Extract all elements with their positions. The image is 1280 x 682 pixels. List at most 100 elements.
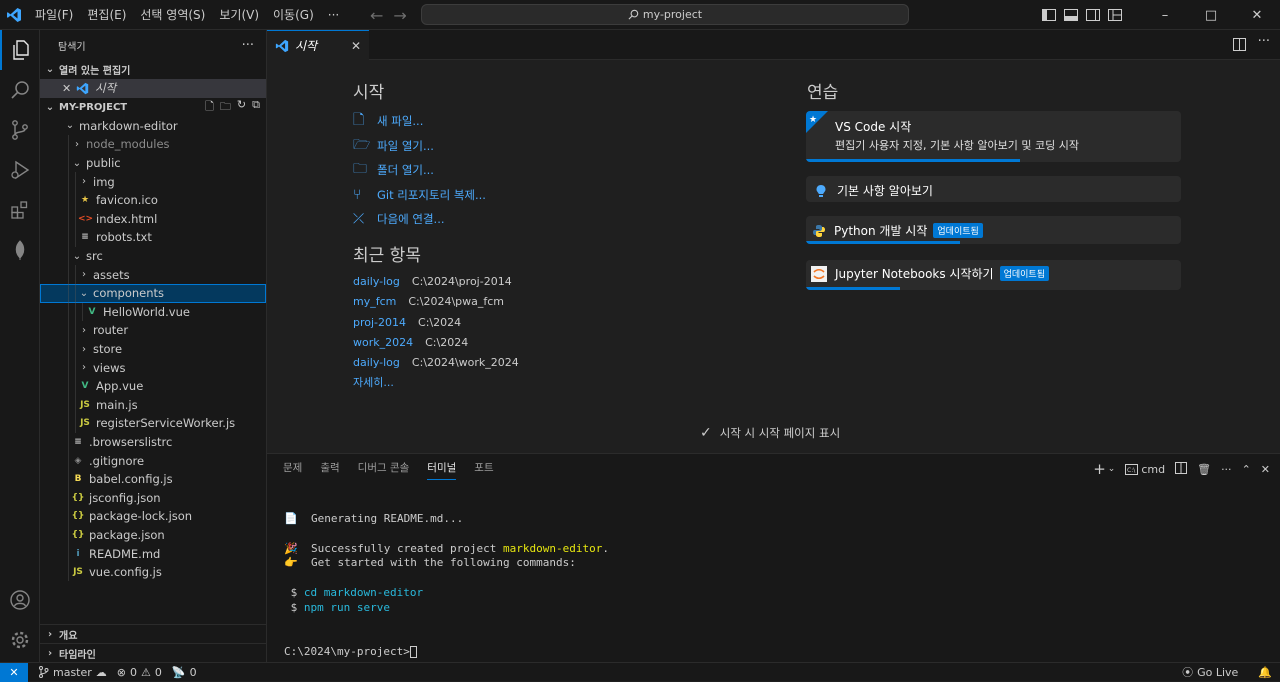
settings-gear-icon[interactable] [0, 620, 40, 660]
outline-header[interactable]: › 개요 [40, 624, 267, 643]
recent-item[interactable]: work_2024 C:\2024 [353, 332, 683, 352]
recent-name[interactable]: work_2024 [353, 336, 413, 349]
refresh-icon[interactable]: ↻ [237, 98, 246, 117]
trash-icon[interactable]: 🗑 [1197, 463, 1211, 476]
tree-file[interactable]: JS main.js [40, 395, 266, 415]
panel-tab[interactable]: 포트 [474, 460, 493, 480]
recent-name[interactable]: my_fcm [353, 295, 396, 308]
search-icon[interactable] [0, 70, 40, 110]
close-icon[interactable]: ✕ [62, 82, 74, 95]
sync-icon[interactable]: ☁ [96, 666, 107, 679]
command-center-search[interactable]: my-project [421, 4, 909, 25]
tree-file[interactable]: Bbabel.config.js [40, 469, 266, 489]
go-live-button[interactable]: ⦿ Go Live [1182, 664, 1238, 680]
walkthrough-vscode[interactable]: ★ VS Code 시작 편집기 사용자 지정, 기본 사항 알아보기 및 코딩… [806, 111, 1181, 162]
menu-item[interactable]: ··· [321, 4, 346, 26]
tree-file[interactable]: {} package.json [40, 525, 266, 545]
toggle-primary-sidebar-icon[interactable] [1038, 0, 1060, 30]
new-file-icon[interactable]: 🗋 [205, 98, 214, 117]
project-header[interactable]: ⌄ MY-PROJECT 🗋 🗀 ↻ ⧉ [40, 98, 266, 117]
tree-file[interactable]: {} package-lock.json [40, 507, 266, 526]
tree-folder[interactable]: › node_modules [40, 135, 266, 154]
explorer-more-actions-icon[interactable]: ··· [242, 38, 254, 53]
recent-name[interactable]: proj-2014 [353, 316, 406, 329]
toggle-secondary-sidebar-icon[interactable] [1082, 0, 1104, 30]
tab-welcome[interactable]: 시작 ✕ [267, 30, 369, 60]
panel-more-icon[interactable]: ··· [1221, 463, 1232, 476]
open-editor-item[interactable]: ✕ 시작 [40, 79, 266, 98]
close-icon[interactable]: ✕ [351, 39, 361, 53]
forward-arrow-icon[interactable]: → [393, 6, 406, 25]
start-link[interactable]: ⑂ Git 리포지토리 복제... [353, 183, 683, 208]
menu-item[interactable]: 편집(E) [80, 4, 133, 26]
checkbox-checked-icon[interactable]: ✓ [700, 425, 712, 441]
minimize-button[interactable]: – [1142, 0, 1188, 30]
run-debug-icon[interactable] [0, 150, 40, 190]
tree-folder[interactable]: › store [40, 339, 266, 359]
recent-name[interactable]: daily-log [353, 356, 400, 369]
menu-item[interactable]: 선택 영역(S) [133, 4, 212, 26]
extensions-icon[interactable] [0, 190, 40, 230]
ports-indicator[interactable]: 📡 0 [172, 666, 197, 679]
chevron-down-icon[interactable]: ⌄ [1108, 464, 1116, 474]
start-link[interactable]: 🗋 새 파일... [353, 109, 683, 134]
account-icon[interactable] [0, 580, 40, 620]
close-window-button[interactable]: ✕ [1234, 0, 1280, 30]
tree-file[interactable]: JS vue.config.js [40, 562, 266, 582]
start-link[interactable]: 🗀 폴더 열기... [353, 158, 683, 183]
split-terminal-icon[interactable] [1175, 461, 1188, 477]
tree-file[interactable]: JS registerServiceWorker.js [40, 414, 266, 433]
menu-item[interactable]: 파일(F) [28, 4, 80, 26]
explorer-icon[interactable] [0, 30, 40, 70]
walkthrough-python[interactable]: Python 개발 시작 업데이트됨 [806, 216, 1181, 244]
recent-item[interactable]: my_fcm C:\2024\pwa_fcm [353, 292, 683, 312]
maximize-button[interactable]: □ [1188, 0, 1234, 30]
panel-tab[interactable]: 출력 [320, 460, 339, 480]
source-control-icon[interactable] [0, 110, 40, 150]
tree-folder[interactable]: ⌄ markdown-editor [40, 117, 266, 136]
recent-name[interactable]: daily-log [353, 275, 400, 288]
open-editors-header[interactable]: ⌄ 열려 있는 편집기 [40, 60, 266, 79]
tree-file[interactable]: {} jsconfig.json [40, 488, 266, 508]
tree-folder[interactable]: ⌄ src [40, 246, 266, 266]
panel-tab[interactable]: 문제 [283, 460, 302, 480]
split-editor-icon[interactable] [1233, 38, 1246, 54]
editor-more-actions-icon[interactable]: ··· [1258, 34, 1270, 49]
close-icon[interactable]: ✕ [1261, 463, 1270, 476]
remote-indicator-icon[interactable]: ✕ [0, 662, 28, 682]
recent-item[interactable]: daily-log C:\2024\work_2024 [353, 353, 683, 373]
toggle-panel-icon[interactable] [1060, 0, 1082, 30]
mongodb-leaf-icon[interactable] [0, 230, 40, 270]
walkthrough-basics[interactable]: 기본 사항 알아보기 [806, 176, 1181, 202]
tree-folder[interactable]: › img [40, 172, 266, 191]
walkthrough-jupyter[interactable]: Jupyter Notebooks 시작하기 업데이트됨 [806, 260, 1181, 290]
tree-file[interactable]: ≡ .browserslistrc [40, 432, 266, 452]
tree-folder[interactable]: ⌄ public [40, 153, 266, 173]
menu-item[interactable]: 이동(G) [266, 4, 321, 26]
start-link[interactable]: 🗁 파일 열기... [353, 134, 683, 159]
recent-item[interactable]: daily-log C:\2024\proj-2014 [353, 272, 683, 292]
tree-file[interactable]: ◈ .gitignore [40, 451, 266, 470]
problems-indicator[interactable]: ⊗ 0 ⚠ 0 [117, 666, 162, 679]
tree-folder[interactable]: › router [40, 321, 266, 340]
tree-file[interactable]: ★ favicon.ico [40, 190, 266, 210]
collapse-all-icon[interactable]: ⧉ [252, 98, 260, 117]
tree-folder[interactable]: ⌄ components [40, 283, 266, 303]
tree-file[interactable]: ≡ robots.txt [40, 228, 266, 247]
branch-indicator[interactable]: master ☁ [38, 666, 107, 679]
start-link[interactable]: ⤫ 다음에 연결... [353, 207, 683, 232]
recent-item[interactable]: proj-2014 C:\2024 [353, 312, 683, 332]
tree-file[interactable]: V App.vue [40, 376, 266, 396]
tree-file[interactable]: i README.md [40, 544, 266, 563]
terminal-shell[interactable]: C:\ cmd [1125, 463, 1165, 476]
panel-tab[interactable]: 디버그 콘솔 [358, 460, 410, 480]
back-arrow-icon[interactable]: ← [370, 6, 383, 25]
customize-layout-icon[interactable] [1104, 0, 1126, 30]
tree-file[interactable]: V HelloWorld.vue [40, 302, 266, 322]
more-recent-link[interactable]: 자세히... [353, 374, 683, 390]
tree-file[interactable]: <> index.html [40, 209, 266, 229]
timeline-header[interactable]: › 타임라인 [40, 643, 267, 662]
new-folder-icon[interactable]: 🗀 [220, 98, 231, 117]
menu-item[interactable]: 보기(V) [212, 4, 266, 26]
panel-tab[interactable]: 터미널 [427, 460, 457, 480]
